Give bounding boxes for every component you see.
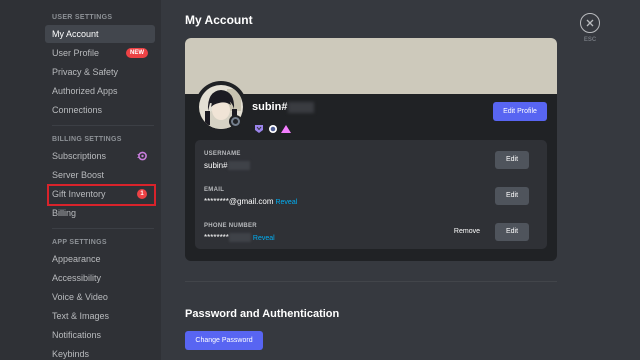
account-info-panel: USERNAME subin# Edit EMAIL ********@gmai… [195,140,547,249]
user-settings-header: USER SETTINGS [52,14,113,21]
account-profile-card: subin# Edit Profile USERNAME subin# Edit… [185,38,557,261]
esc-label: ESC [583,37,597,43]
remove-phone-button[interactable]: Remove [454,223,480,241]
sidebar-item-my-account[interactable]: My Account [45,25,155,43]
reveal-email-link[interactable]: Reveal [275,199,297,206]
change-password-button[interactable]: Change Password [185,331,263,350]
sidebar-divider [52,125,154,126]
phone-value: ******** Reveal [204,233,538,243]
phone-row: PHONE NUMBER ******** Reveal Remove Edit [204,223,538,251]
sidebar-item-text-images[interactable]: Text & Images [45,307,155,325]
profile-username: subin# [252,101,315,113]
early-supporter-icon [281,125,291,133]
sidebar-divider [52,228,154,229]
sidebar-item-keybinds[interactable]: Keybinds [45,345,155,360]
sidebar-item-voice-video[interactable]: Voice & Video [45,288,155,306]
sidebar-item-user-profile[interactable]: User Profile NEW [45,44,155,62]
email-label: EMAIL [204,187,225,193]
phone-value-text: ******** [204,233,229,242]
sidebar-item-server-boost[interactable]: Server Boost [45,166,155,184]
edit-phone-button[interactable]: Edit [495,223,529,241]
new-badge: NEW [126,48,148,58]
status-icon [229,115,242,128]
notification-badge: 1 [137,189,147,199]
profile-username-text: subin# [252,101,288,113]
edit-email-button[interactable]: Edit [495,187,529,205]
sidebar-item-label: User Profile [52,48,100,58]
close-icon [586,19,594,27]
reveal-phone-link[interactable]: Reveal [253,235,275,242]
sidebar-item-label: Appearance [52,254,101,264]
sidebar-item-gift-inventory[interactable]: Gift Inventory 1 [45,185,155,203]
username-label: USERNAME [204,151,241,157]
section-divider [185,281,557,282]
sidebar-item-label: Gift Inventory [52,189,106,199]
sidebar-item-appearance[interactable]: Appearance [45,250,155,268]
app-settings-header: APP SETTINGS [52,239,107,246]
sidebar-item-label: Server Boost [52,170,105,180]
my-account-content: My Account subin# Edit Profile USERNAME … [185,0,557,360]
sidebar-item-label: Notifications [52,330,102,340]
user-badges [254,121,296,133]
sidebar-item-billing[interactable]: Billing [45,204,155,222]
sidebar-item-label: Subscriptions [52,151,107,161]
email-value: ********@gmail.com Reveal [204,197,538,206]
sidebar-item-label: Text & Images [52,311,110,321]
profile-banner [185,38,557,94]
sidebar-item-label: My Account [52,29,99,39]
sidebar-item-notifications[interactable]: Notifications [45,326,155,344]
close-button[interactable] [580,13,600,33]
close-settings: ESC [579,13,601,43]
email-value-text: ********@gmail.com [204,197,274,206]
phone-label: PHONE NUMBER [204,223,257,229]
username-tag-redacted [227,161,250,171]
nitro-badge-icon [269,125,277,133]
billing-settings-header: BILLING SETTINGS [52,136,122,143]
sidebar-item-privacy-safety[interactable]: Privacy & Safety [45,63,155,81]
sidebar-item-label: Keybinds [52,349,90,359]
settings-sidebar: USER SETTINGS My Account User Profile NE… [0,0,161,360]
sidebar-item-subscriptions[interactable]: Subscriptions [45,147,155,165]
sidebar-item-label: Voice & Video [52,292,108,302]
sidebar-item-label: Authorized Apps [52,86,118,96]
sidebar-item-accessibility[interactable]: Accessibility [45,269,155,287]
edit-profile-button[interactable]: Edit Profile [493,102,547,121]
password-section-title: Password and Authentication [185,308,340,320]
email-row: EMAIL ********@gmail.com Reveal Edit [204,187,538,215]
hypesquad-icon [255,125,263,133]
nitro-icon [137,151,147,161]
sidebar-item-authorized-apps[interactable]: Authorized Apps [45,82,155,100]
edit-username-button[interactable]: Edit [495,151,529,169]
sidebar-item-label: Privacy & Safety [52,67,119,77]
sidebar-item-label: Accessibility [52,273,102,283]
username-value: subin# [204,161,538,171]
sidebar-item-label: Connections [52,105,103,115]
page-title: My Account [185,13,253,27]
username-tag-redacted [288,101,315,113]
username-value-text: subin# [204,161,228,170]
sidebar-item-label: Billing [52,208,77,218]
sidebar-item-connections[interactable]: Connections [45,101,155,119]
phone-redacted [228,233,251,243]
username-row: USERNAME subin# Edit [204,151,538,179]
